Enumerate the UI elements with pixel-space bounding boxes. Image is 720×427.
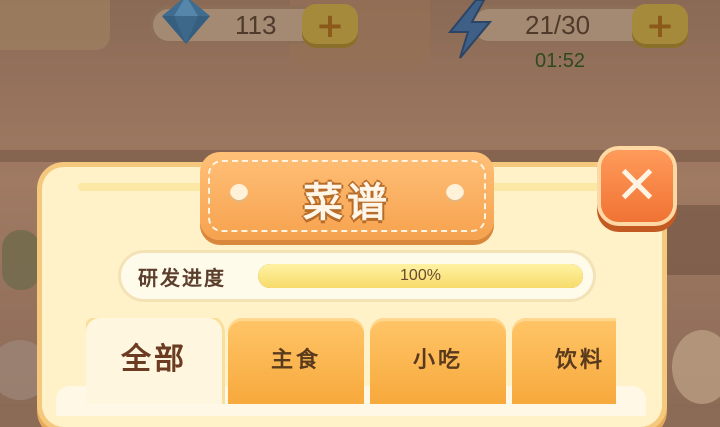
- background-bowl-right: [672, 330, 720, 404]
- background-shelf: [660, 205, 720, 275]
- progress-label: 研发进度: [138, 266, 226, 290]
- add-gems-button[interactable]: +: [302, 4, 358, 48]
- close-icon: ✕: [615, 156, 659, 216]
- energy-value: 21/30: [525, 10, 591, 40]
- tab-label: 主食: [270, 348, 321, 373]
- tab-drinks[interactable]: 饮料: [512, 318, 616, 404]
- tab-staple[interactable]: 主食: [228, 318, 364, 404]
- dialog-title: 菜谱: [303, 180, 391, 226]
- close-button[interactable]: ✕: [601, 150, 673, 222]
- tab-snacks[interactable]: 小吃: [370, 318, 506, 404]
- background-plate: [2, 230, 40, 290]
- energy-timer: 01:52: [535, 50, 586, 72]
- tab-label: 全部: [121, 342, 187, 377]
- plus-icon: +: [315, 6, 345, 46]
- add-energy-button[interactable]: +: [632, 4, 688, 48]
- gems-value: 113: [235, 10, 277, 40]
- research-progress: 研发进度 100%: [118, 250, 596, 302]
- dialog-title-banner: 菜谱: [200, 152, 494, 240]
- tab-all[interactable]: 全部: [86, 318, 222, 404]
- tab-label: 小吃: [412, 348, 463, 373]
- tab-label: 饮料: [554, 348, 605, 373]
- progress-bar: 100%: [258, 264, 583, 288]
- category-tabs: 主食 小吃 饮料 全部: [86, 318, 616, 404]
- lightning-icon: [447, 0, 493, 59]
- progress-text: 100%: [400, 267, 441, 284]
- energy-counter: 21/30 +: [470, 4, 688, 48]
- hud-panel-left: [0, 0, 110, 50]
- plus-icon: +: [645, 6, 675, 46]
- diamond-icon: [162, 0, 210, 44]
